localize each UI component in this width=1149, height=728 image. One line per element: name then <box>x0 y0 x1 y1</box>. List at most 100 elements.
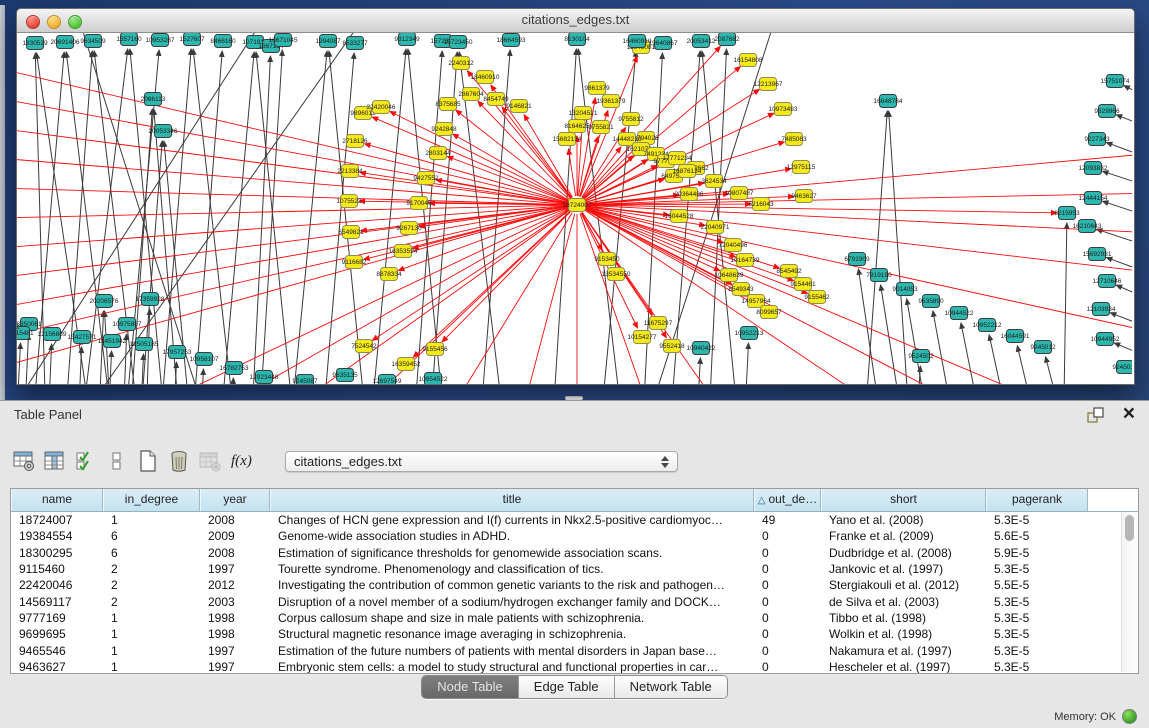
graph-node-cited[interactable]: 8375685 <box>435 98 461 111</box>
graph-node-cited[interactable]: 8549343 <box>728 283 754 296</box>
graph-node-cited[interactable]: 9552418 <box>659 340 685 353</box>
network-canvas[interactable]: 1872400798960122242004627181262213384107… <box>17 33 1132 384</box>
table-mode-icon[interactable] <box>12 449 36 473</box>
graph-node[interactable]: 15692931 <box>1083 248 1112 261</box>
graph-node-cited[interactable]: 9861379 <box>584 82 610 95</box>
graph-node[interactable]: 8533277 <box>342 37 368 50</box>
graph-node[interactable]: 9245034 <box>1112 361 1132 374</box>
table-row[interactable]: 1938455462009Genome-wide association stu… <box>11 528 1138 544</box>
graph-node[interactable]: 8215953 <box>1054 207 1080 220</box>
graph-node[interactable]: 2086113 <box>141 93 166 106</box>
graph-node-cited[interactable]: 2213384 <box>337 165 363 178</box>
graph-node-cited[interactable]: 2718126 <box>342 135 368 148</box>
graph-node-cited[interactable]: 16359452 <box>392 358 421 371</box>
graph-node-cited[interactable]: 6549821 <box>338 226 364 239</box>
row-tools-icon[interactable] <box>105 449 129 473</box>
tab-edge-table[interactable]: Edge Table <box>519 676 615 698</box>
graph-node-cited[interactable]: 2867604 <box>458 88 484 101</box>
table-row[interactable]: 2242004622012Investigating the contribut… <box>11 577 1138 593</box>
graph-node[interactable]: 9329966 <box>1094 105 1120 118</box>
graph-node[interactable]: 8466160 <box>210 35 236 48</box>
graph-node[interactable]: 2087682 <box>714 33 740 46</box>
graph-node-cited[interactable]: 9146821 <box>506 100 532 113</box>
graph-node[interactable]: 1357160 <box>116 33 142 46</box>
graph-node-cited[interactable]: 9427552 <box>413 172 439 185</box>
graph-node[interactable]: 12444154 <box>1079 192 1108 205</box>
delete-column-icon[interactable] <box>167 449 191 473</box>
scrollbar-thumb[interactable] <box>1125 515 1134 541</box>
column-header-out-de-[interactable]: △out_de… <box>754 489 821 511</box>
function-builder-icon[interactable]: f(x) <box>231 453 252 470</box>
graph-node[interactable]: 9014053 <box>892 283 918 296</box>
graph-node-cited[interactable]: 18460910 <box>471 71 500 84</box>
graph-node[interactable]: 20053412 <box>687 35 716 48</box>
graph-node[interactable]: 12156889 <box>38 328 67 341</box>
graph-node[interactable]: 9635890 <box>918 295 944 308</box>
graph-node[interactable]: 9312349 <box>394 33 420 46</box>
table-row[interactable]: 946362711997Embryonic stem cells: a mode… <box>11 659 1138 674</box>
graph-node[interactable]: 10952213 <box>735 327 764 340</box>
graph-node[interactable]: 9245087 <box>292 375 318 385</box>
graph-node-cited[interactable]: 9755812 <box>618 113 644 126</box>
graph-node[interactable]: 12093832 <box>1079 162 1108 175</box>
network-window-titlebar[interactable]: citations_edges.txt <box>17 9 1134 33</box>
show-columns-icon[interactable] <box>43 449 67 473</box>
graph-node-cited[interactable]: 9170046 <box>406 197 432 210</box>
graph-node-cited[interactable]: 9116682 <box>342 256 367 269</box>
graph-node-cited[interactable]: 3624534 <box>701 175 727 188</box>
column-header-year[interactable]: year <box>200 489 270 511</box>
table-row[interactable]: 1830029562008Estimation of significance … <box>11 545 1138 561</box>
graph-node-cited[interactable]: 7485063 <box>781 133 807 146</box>
tab-node-table[interactable]: Node Table <box>422 676 519 698</box>
graph-node[interactable]: 9635135 <box>332 369 358 382</box>
graph-node[interactable]: 9524502 <box>908 350 934 363</box>
graph-node-cited[interactable]: 2240312 <box>448 57 474 70</box>
table-row[interactable]: 946554611997Estimation of the future num… <box>11 642 1138 658</box>
graph-node[interactable]: 20206576 <box>90 295 119 308</box>
graph-node[interactable]: 10952212 <box>973 319 1002 332</box>
vertical-scrollbar[interactable] <box>1121 512 1137 672</box>
graph-node[interactable]: 6791909 <box>844 253 870 266</box>
graph-node-cited[interactable]: 2803144 <box>425 147 451 160</box>
graph-node[interactable]: 16044591 <box>1001 330 1030 343</box>
graph-node-cited[interactable]: 10164739 <box>731 254 760 267</box>
table-row[interactable]: 1456911722003Disruption of a novel membe… <box>11 593 1138 609</box>
column-header-short[interactable]: short <box>821 489 986 511</box>
graph-node-cited[interactable]: 72040496 <box>719 239 748 252</box>
attribute-table[interactable]: namein_degreeyeartitle△out_de…shortpager… <box>10 488 1139 674</box>
graph-node-cited[interactable]: 8545492 <box>776 265 802 278</box>
column-header-pagerank[interactable]: pagerank <box>986 489 1088 511</box>
splitter-handle[interactable] <box>565 396 583 400</box>
graph-node[interactable]: 8130104 <box>564 33 590 46</box>
float-panel-icon[interactable] <box>1087 407 1105 424</box>
graph-node[interactable]: 9634509 <box>80 35 106 48</box>
table-row[interactable]: 977716911998Corpus callosum shape and si… <box>11 610 1138 626</box>
graph-node-cited[interactable]: 9267130 <box>396 222 422 235</box>
tab-network-table[interactable]: Network Table <box>615 676 727 698</box>
table-selector-dropdown[interactable]: citations_edges.txt <box>285 451 678 472</box>
graph-node[interactable]: 12505185 <box>130 338 159 351</box>
graph-node-cited[interactable]: 9242848 <box>431 123 457 136</box>
graph-node[interactable]: 1527607 <box>179 33 205 46</box>
graph-node[interactable]: 18664593 <box>497 34 526 47</box>
graph-node-cited[interactable]: 9154461 <box>790 278 816 291</box>
graph-node[interactable]: 1994087 <box>315 35 341 48</box>
graph-node[interactable]: 10954522 <box>419 373 448 385</box>
column-header-title[interactable]: title <box>270 489 754 511</box>
graph-node-cited[interactable]: 8878334 <box>376 268 402 281</box>
table-row[interactable]: 969969511998Structural magnetic resonanc… <box>11 626 1138 642</box>
graph-node[interactable]: 17359928 <box>136 293 165 306</box>
memory-ok-indicator[interactable] <box>1122 709 1137 724</box>
network-window[interactable]: citations_edges.txt 18724007989601222420… <box>16 8 1135 385</box>
new-column-icon[interactable] <box>136 449 160 473</box>
table-row[interactable]: 1872400712008Changes of HCN gene express… <box>11 512 1138 528</box>
column-header-name[interactable]: name <box>11 489 103 511</box>
graph-node-cited[interactable]: 16044528 <box>665 210 694 223</box>
graph-node[interactable]: 10944522 <box>945 307 974 320</box>
graph-node-cited[interactable]: 10154277 <box>628 331 657 344</box>
graph-node-cited[interactable]: 1075522 <box>336 195 362 208</box>
graph-node-cited[interactable]: 9155456 <box>422 343 448 356</box>
graph-node-cited[interactable]: 8454749 <box>483 93 509 106</box>
select-columns-icon[interactable] <box>74 449 98 473</box>
delete-table-icon[interactable] <box>198 449 222 473</box>
